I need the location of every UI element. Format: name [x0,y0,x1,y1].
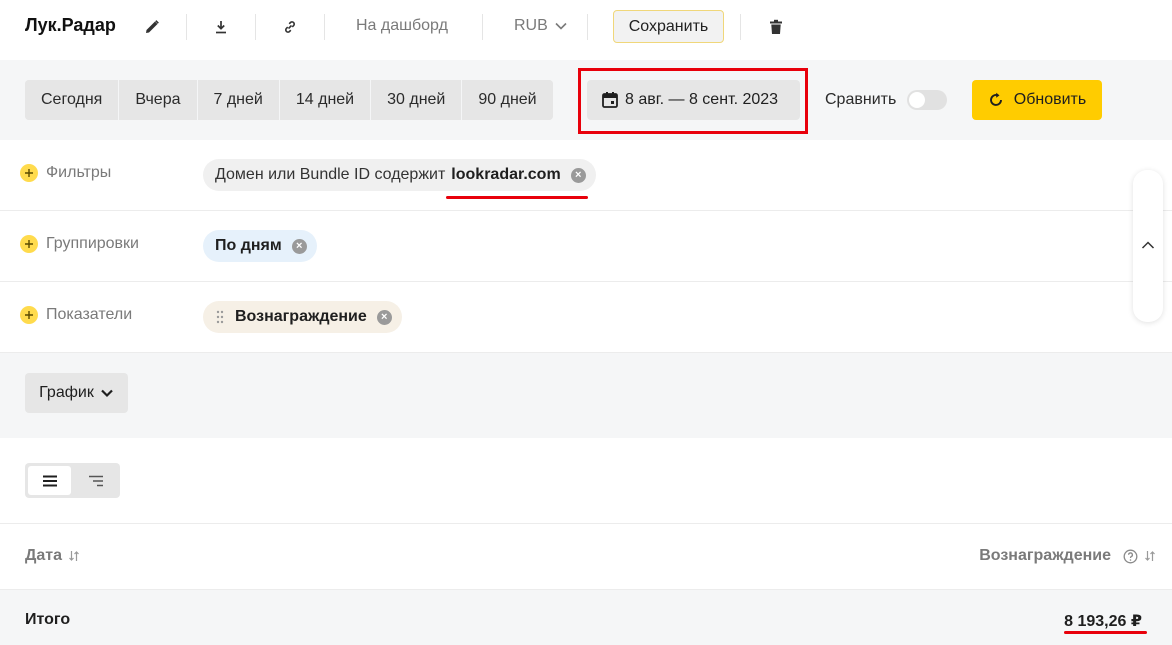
grouping-chip-label: По дням [215,237,282,254]
filter-chip-value: lookradar.com [451,166,561,183]
toggle-knob [909,92,925,108]
highlight-box [578,68,808,134]
total-row: Итого 8 193,26 ₽ [0,589,1172,645]
save-button[interactable]: Сохранить [613,10,724,43]
tree-view-option[interactable] [74,466,117,495]
compare-toggle[interactable] [907,90,947,110]
refresh-label: Обновить [1013,91,1087,108]
plus-icon [20,306,38,324]
header-divider [587,14,588,40]
plus-icon [20,235,38,253]
header-divider [740,14,741,40]
preset-90-days[interactable]: 90 дней [462,80,553,120]
close-icon[interactable]: × [376,309,392,325]
highlight-underline [446,196,588,199]
total-label: Итого [25,611,71,628]
preset-30-days[interactable]: 30 дней [371,80,463,120]
add-grouping[interactable]: Группировки [20,235,139,253]
report-title: Лук.Радар [25,15,116,35]
preset-7-days[interactable]: 7 дней [197,80,280,120]
column-header-date-label: Дата [25,547,63,564]
total-value: 8 193,26 ₽ [1064,613,1142,630]
download-icon[interactable] [210,16,232,38]
grouping-chip[interactable]: По дням × [203,230,317,262]
currency-select[interactable]: RUB [514,17,568,35]
link-icon[interactable] [279,16,301,38]
currency-value: RUB [514,17,548,34]
metric-chip-label: Вознаграждение [235,308,367,325]
chevron-down-icon [555,22,567,30]
metric-chip[interactable]: Вознаграждение × [203,301,402,333]
refresh-button[interactable]: Обновить [972,80,1102,120]
groupings-row: Группировки По дням × [0,211,1172,282]
close-icon[interactable]: × [570,167,586,183]
header-divider [186,14,187,40]
report-header: Лук.Радар На дашборд RUB Сохранить [0,0,1172,56]
header-divider [482,14,483,40]
chart-button-label: График [39,384,94,401]
filters-label: Фильтры [46,164,112,181]
sort-icon[interactable] [1144,550,1156,562]
dashboard-link[interactable]: На дашборд [356,17,448,35]
preset-yesterday[interactable]: Вчера [119,80,198,120]
filters-row: Фильтры Домен или Bundle ID содержит loo… [0,140,1172,211]
help-icon[interactable] [1123,549,1138,564]
groupings-label: Группировки [46,235,139,252]
add-filter[interactable]: Фильтры [20,164,111,182]
plus-icon [20,164,38,182]
compare-label: Сравнить [825,91,897,108]
highlight-underline [1064,631,1147,634]
view-mode-toggle [25,463,120,498]
list-icon [42,475,57,486]
table-divider [0,523,1172,524]
chart-button[interactable]: График [25,373,128,413]
column-header-reward[interactable]: Вознаграждение [979,547,1156,565]
header-divider [324,14,325,40]
chevron-down-icon [101,389,113,398]
metrics-row: Показатели Вознаграждение × [0,282,1172,353]
chevron-up-icon[interactable] [1141,240,1155,250]
sort-icon[interactable] [68,550,80,562]
filter-chip-prefix: Домен или Bundle ID содержит [215,166,446,183]
header-divider [255,14,256,40]
column-header-date[interactable]: Дата [25,547,80,565]
close-icon[interactable]: × [291,238,307,254]
list-view-option[interactable] [28,466,71,495]
filter-chip[interactable]: Домен или Bundle ID содержит lookradar.c… [203,159,596,191]
drag-handle-icon[interactable] [215,310,225,324]
tree-icon [88,475,103,486]
trash-icon[interactable] [765,16,787,38]
preset-14-days[interactable]: 14 дней [279,80,372,120]
refresh-icon [989,92,1002,106]
metrics-label: Показатели [46,306,133,323]
collapse-panel[interactable] [1133,170,1163,322]
add-metric[interactable]: Показатели [20,306,132,324]
column-header-reward-label: Вознаграждение [979,547,1111,564]
date-presets: Сегодня Вчера 7 дней 14 дней 30 дней 90 … [25,80,553,120]
preset-today[interactable]: Сегодня [25,80,120,120]
chart-area: График [0,353,1172,438]
edit-icon[interactable] [141,16,163,38]
